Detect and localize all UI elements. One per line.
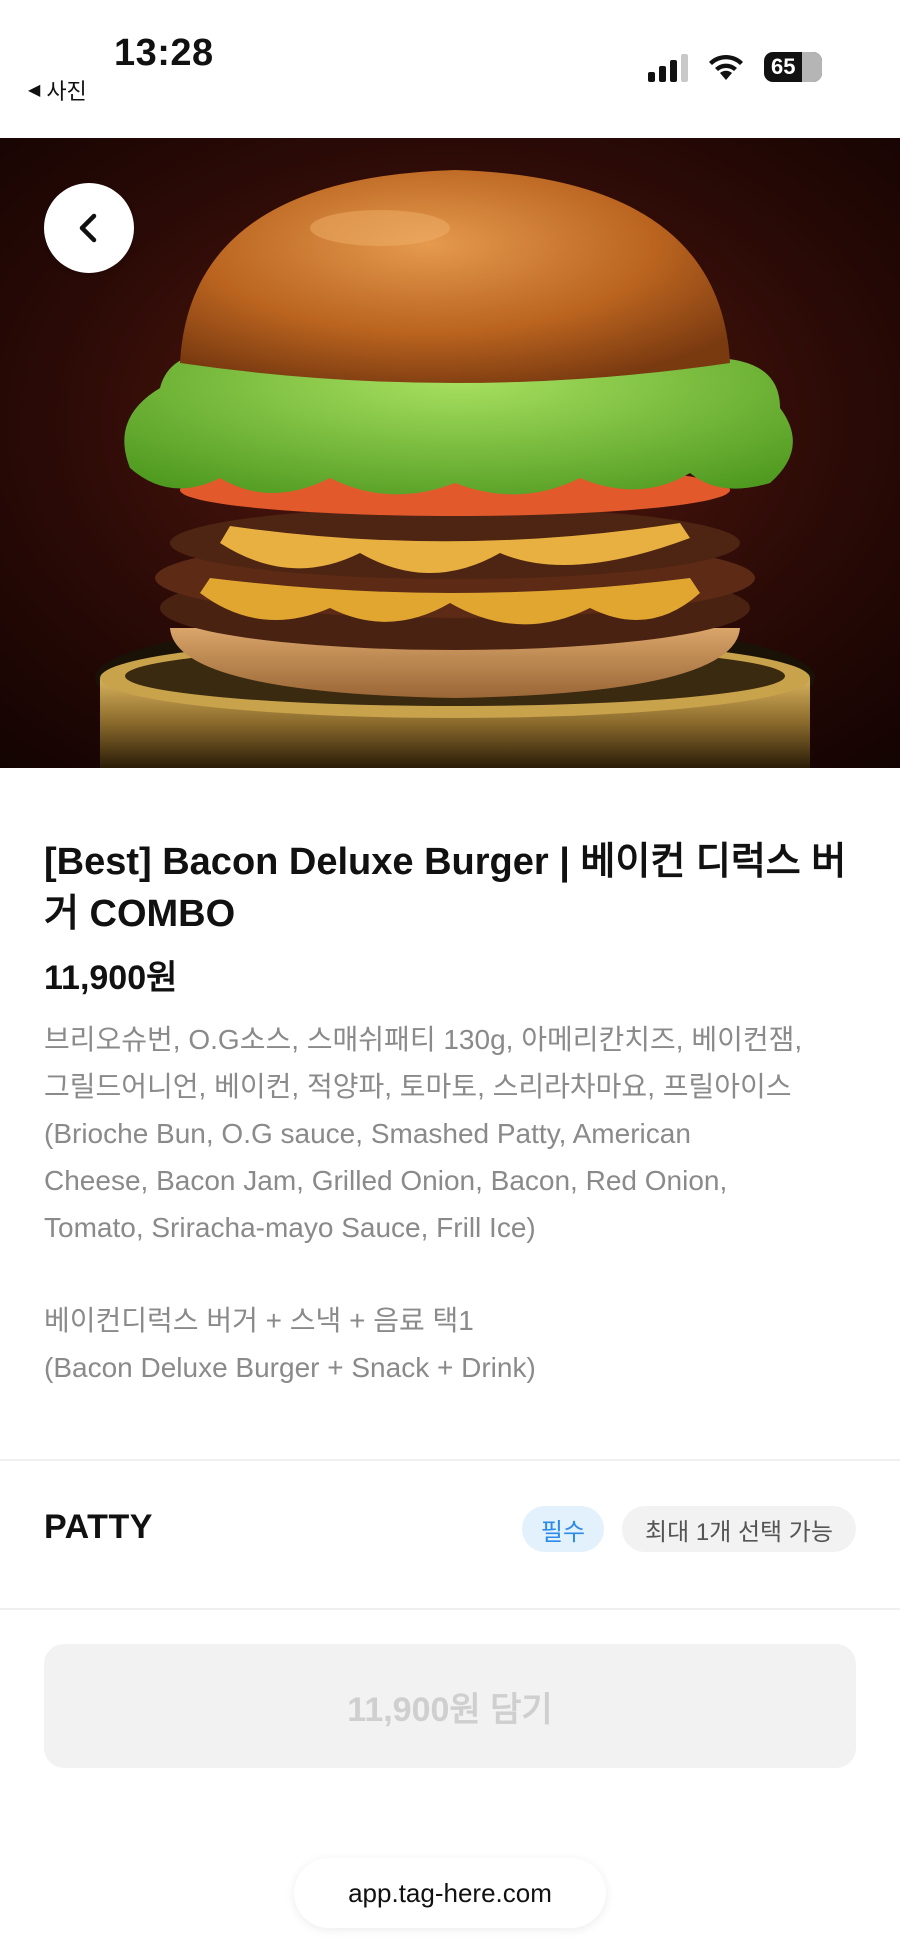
ingredients-line: Tomato, Sriracha-mayo Sauce, Frill Ice) xyxy=(44,1212,536,1243)
hero-image xyxy=(0,138,900,768)
required-badge: 필수 xyxy=(522,1506,604,1552)
battery-fill xyxy=(801,52,822,82)
combo-line: (Bacon Deluxe Burger + Snack + Drink) xyxy=(44,1352,536,1383)
burger-photo xyxy=(0,138,900,768)
wifi-icon xyxy=(709,54,743,80)
back-button[interactable] xyxy=(44,183,134,273)
back-app-label: 사진 xyxy=(46,79,87,104)
status-icons: 65 xyxy=(648,52,822,82)
ingredients-line: (Brioche Bun, O.G sauce, Smashed Patty, … xyxy=(44,1118,691,1149)
ingredients-line: Cheese, Bacon Jam, Grilled Onion, Bacon,… xyxy=(44,1165,728,1196)
section-divider xyxy=(0,1459,900,1461)
add-to-cart-button[interactable]: 11,900원 담기 xyxy=(44,1644,856,1768)
product-title: [Best] Bacon Deluxe Burger | 베이컨 디럭스 버거 … xyxy=(44,841,847,935)
selection-limit-badge: 최대 1개 선택 가능 xyxy=(622,1506,856,1552)
back-triangle-icon: ◀ xyxy=(28,82,41,99)
combo-description: 베이컨디럭스 버거 + 스낵 + 음료 택1 (Bacon Deluxe Bur… xyxy=(44,1297,874,1391)
section-divider xyxy=(0,1608,900,1610)
product-price: 11,900원 xyxy=(44,959,178,997)
status-bar: 13:28 ◀ 사진 65 xyxy=(0,0,900,138)
back-to-app-link[interactable]: ◀ 사진 xyxy=(28,74,87,106)
battery-level: 65 xyxy=(771,54,796,79)
battery-icon: 65 xyxy=(764,52,822,82)
product-ingredients: 브리오슈번, O.G소스, 스매쉬패티 130g, 아메리칸치즈, 베이컨잼, … xyxy=(44,1016,874,1251)
chevron-left-icon xyxy=(79,213,97,243)
signal-icon xyxy=(648,52,688,82)
ingredients-line: 브리오슈번, O.G소스, 스매쉬패티 130g, 아메리칸치즈, 베이컨잼, xyxy=(44,1024,803,1055)
status-time: 13:28 xyxy=(114,32,214,74)
combo-line: 베이컨디럭스 버거 + 스낵 + 음료 택1 xyxy=(44,1305,474,1336)
option-group-title: PATTY xyxy=(44,1508,153,1546)
browser-url-bar[interactable]: app.tag-here.com xyxy=(294,1858,606,1928)
ingredients-line: 그릴드어니언, 베이컨, 적양파, 토마토, 스리라차마요, 프릴아이스 xyxy=(44,1071,792,1102)
product-detail-page: 13:28 ◀ 사진 65 [Best] Bacon Deluxe Burger… xyxy=(0,0,900,1957)
